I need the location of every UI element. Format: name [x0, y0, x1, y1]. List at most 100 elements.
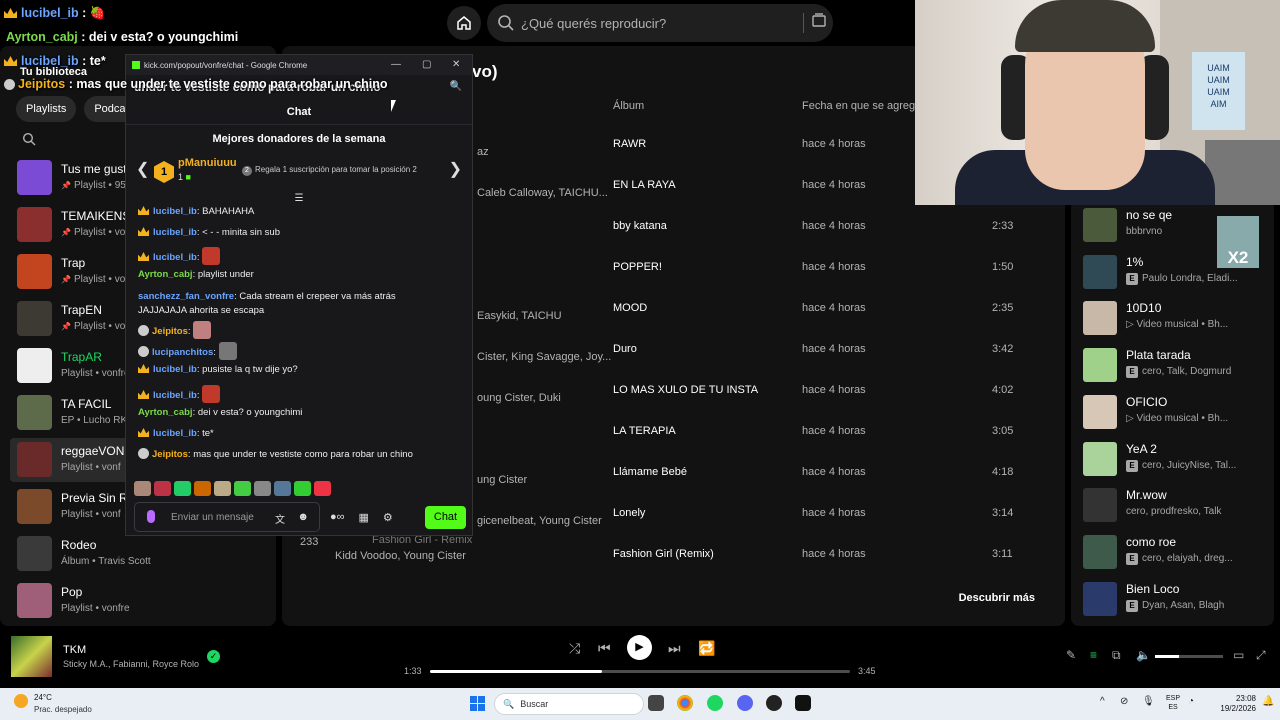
chrome-icon[interactable] [677, 695, 693, 711]
library-item[interactable]: Pop Playlist • vonfre [17, 579, 272, 623]
now-playing-cover[interactable] [11, 636, 52, 677]
repeat-icon[interactable]: 🔁 [698, 640, 715, 657]
translate-icon[interactable]: 文 [275, 511, 285, 526]
volume-slider[interactable] [1155, 655, 1223, 658]
chat-username[interactable]: Jeipitos [152, 449, 188, 460]
chat-username[interactable]: Jeipitos [152, 326, 188, 337]
library-search-icon[interactable] [22, 132, 36, 146]
discover-more-link[interactable]: Descubrir más [959, 592, 1035, 604]
header-date-added[interactable]: Fecha en que se agregó [802, 100, 921, 112]
obs-icon[interactable] [766, 695, 782, 711]
emote-10[interactable] [314, 481, 331, 496]
queue-item[interactable]: Plata tarada Ecero, Talk, Dogmurd [1083, 346, 1273, 390]
queue-item-name: no se qe [1126, 208, 1173, 222]
chat-username[interactable]: lucibel_ib [153, 206, 197, 217]
browse-icon[interactable] [803, 13, 826, 33]
queue-item[interactable]: YeA 2 Ecero, JuicyNise, Tal... [1083, 440, 1273, 484]
weather-icon[interactable] [14, 694, 28, 708]
minimize-icon[interactable]: — [391, 59, 401, 70]
chevron-left-icon[interactable]: ❮ [136, 159, 149, 179]
zoom-icon[interactable]: 🔍 [450, 81, 462, 92]
chat-username[interactable]: lucibel_ib [153, 227, 197, 238]
donor-name[interactable]: pManuiuuu [178, 157, 237, 169]
queue-item[interactable]: 10D10 ▷ Video musical • Bh... [1083, 299, 1273, 343]
chat-username[interactable]: lucibel_ib [153, 364, 197, 375]
windows-taskbar: 24°C Prac. despejado 🔍 Buscar ^ ⊘ 🎙 ESP ES… [0, 688, 1280, 720]
saved-check-icon[interactable]: ✓ [207, 650, 220, 663]
previous-icon[interactable]: ⏮ [598, 640, 611, 657]
tiktok-icon[interactable] [795, 695, 811, 711]
mic-icon[interactable] [147, 510, 155, 523]
queue-item[interactable]: como roe Ecero, elaiyah, dreg... [1083, 533, 1273, 577]
shuffle-icon[interactable]: ⤮ [569, 640, 580, 657]
mic-tray-icon[interactable]: 🎙 [1142, 696, 1155, 707]
weather-temp[interactable]: 24°C [34, 693, 52, 702]
send-chat-button[interactable]: Chat [425, 506, 466, 529]
chat-emote[interactable] [202, 385, 221, 403]
queue-item[interactable]: Mr.wow cero, prodfresko, Talk [1083, 486, 1273, 530]
chat-username[interactable]: lucibel_ib [153, 428, 197, 439]
file-explorer-icon[interactable] [648, 695, 664, 711]
chat-emote[interactable] [218, 342, 237, 360]
emote-3[interactable] [174, 481, 191, 496]
emote-5[interactable] [214, 481, 231, 496]
volume-icon[interactable]: 🔈 [1136, 648, 1151, 662]
progress-bar[interactable] [430, 670, 850, 673]
chat-filter-icon[interactable]: ☰ [126, 194, 472, 205]
library-item[interactable]: Rodeo Álbum • Travis Scott [17, 532, 272, 576]
chat-username[interactable]: sanchezz_fan_vonfre [138, 291, 234, 302]
header-album[interactable]: Álbum [613, 100, 644, 112]
play-button[interactable]: ▶ [627, 635, 652, 660]
search-input[interactable]: ¿Qué querés reproducir? [487, 4, 833, 42]
chat-username[interactable]: lucibel_ib [153, 390, 197, 401]
chevron-right-icon[interactable]: ❯ [449, 159, 462, 179]
clock[interactable]: 23:08 19/2/2026 [1218, 694, 1256, 714]
store-icon[interactable]: ▦ [359, 511, 369, 524]
notification-icon[interactable]: 🔔 [1262, 696, 1274, 707]
chat-username[interactable]: Ayrton_cabj [138, 269, 193, 280]
network-off-icon[interactable]: ⊘ [1120, 696, 1128, 707]
pencil-icon[interactable]: ✎ [1066, 648, 1076, 662]
emote-8[interactable] [274, 481, 291, 496]
close-icon[interactable]: ✕ [452, 59, 460, 70]
gift-sub-prompt[interactable]: 2 Regala 1 suscripción para tomar la posi… [242, 165, 417, 176]
discord-icon[interactable] [737, 695, 753, 711]
next-icon[interactable]: ⏭ [668, 640, 681, 657]
now-playing-artist[interactable]: Sticky M.A., Fabianni, Royce Rolo [63, 659, 199, 669]
track-row[interactable]: Kidd Voodoo, Young Cister Fashion Girl (R… [282, 534, 1065, 582]
emote-6[interactable] [234, 481, 251, 496]
window-titlebar[interactable]: kick.com/popout/vonfre/chat - Google Chr… [126, 55, 472, 75]
connect-device-icon[interactable]: ⧉ [1112, 648, 1121, 663]
fullscreen-icon[interactable]: ⤢ [1256, 648, 1266, 663]
tray-chevron-icon[interactable]: ^ [1100, 696, 1105, 707]
chat-username[interactable]: lucipanchitos [152, 347, 213, 358]
chat-username[interactable]: Ayrton_cabj [138, 407, 193, 418]
users-icon[interactable]: ●∞ [330, 511, 345, 524]
language-indicator[interactable]: ESP ES [1166, 694, 1180, 712]
emote-2[interactable] [154, 481, 171, 496]
emote-7[interactable] [254, 481, 271, 496]
emoji-icon[interactable]: ☻ [297, 511, 309, 523]
windows-start-icon[interactable] [470, 696, 485, 711]
library-item-sub: Álbum • Travis Scott [61, 556, 151, 567]
chat-username[interactable]: lucibel_ib [153, 252, 197, 263]
home-button[interactable] [447, 6, 481, 40]
queue-item[interactable]: OFICIO ▷ Video musical • Bh... [1083, 393, 1273, 437]
emote-1[interactable] [134, 481, 151, 496]
miniplayer-icon[interactable]: ▭ [1233, 648, 1244, 662]
settings-gear-icon[interactable]: ⚙ [383, 511, 393, 524]
spotify-icon[interactable] [707, 695, 723, 711]
now-playing-title[interactable]: TKM [63, 644, 86, 656]
queue-item[interactable]: Bien Loco E Dyan, Asan, Blagh [1083, 580, 1273, 624]
queue-icon[interactable]: ≡ [1090, 648, 1097, 662]
emote-4[interactable] [194, 481, 211, 496]
taskbar-search[interactable]: 🔍 Buscar [494, 693, 644, 715]
maximize-icon[interactable]: ▢ [422, 59, 431, 70]
chat-message-input[interactable]: Enviar un mensaje 文 ☻ [134, 502, 320, 532]
chat-emote[interactable] [202, 247, 221, 265]
chip-playlists[interactable]: Playlists [16, 96, 77, 122]
emote-9[interactable] [294, 481, 311, 496]
weather-desc[interactable]: Prac. despejado [34, 705, 92, 714]
chat-emote[interactable] [193, 321, 212, 339]
wifi-icon[interactable]: ◔ [1188, 696, 1194, 707]
